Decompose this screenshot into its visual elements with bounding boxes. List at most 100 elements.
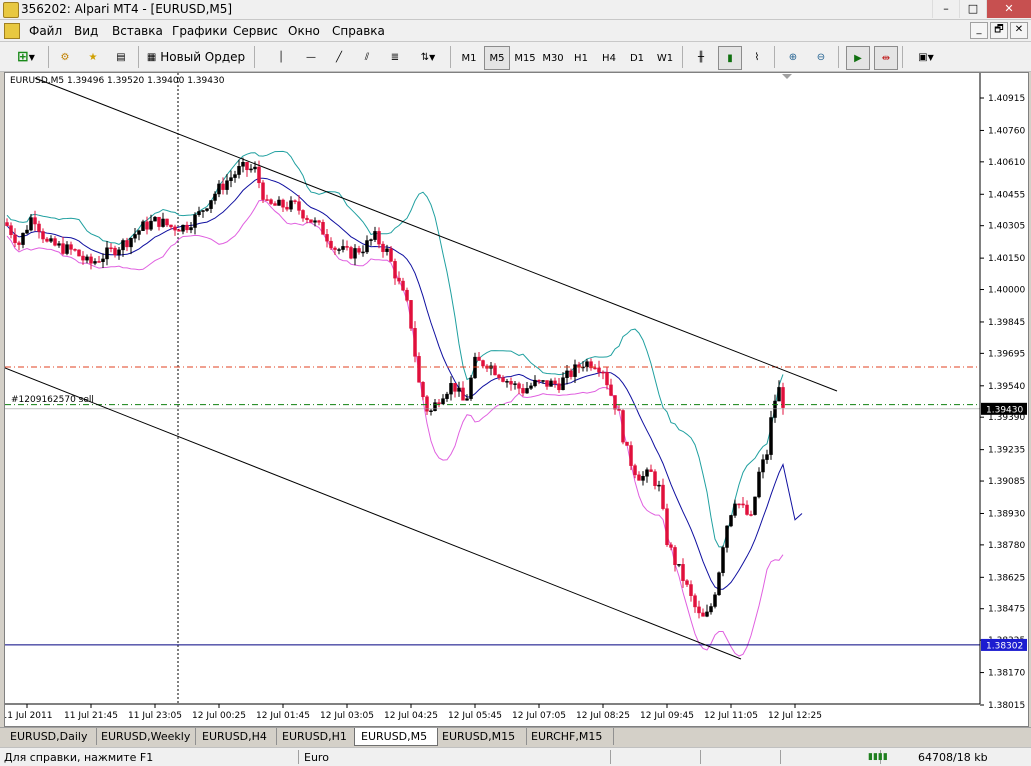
mdi-minimize-button[interactable]: _ (970, 22, 988, 39)
candle-body (381, 243, 385, 252)
candle-body (497, 374, 501, 378)
candle-body (637, 474, 641, 481)
new-chart-button[interactable]: ⊞ ▼ (8, 46, 44, 68)
tab-eurusd-m15[interactable]: EURUSD,M15 (436, 728, 527, 745)
timeframe-m30[interactable]: M30 (540, 46, 566, 70)
candle-body (533, 379, 537, 387)
market-watch-button[interactable]: ⚙ (54, 46, 76, 68)
vertical-line-icon: │ (277, 51, 285, 63)
candle-body (549, 380, 553, 387)
price-tick-label: 1.40000 (988, 286, 1025, 296)
chart-area[interactable]: 1.40915 1.40760 1.40610 1.40455 1.40305 1.401… (4, 72, 1029, 727)
order-label[interactable]: #1209162570 sell (11, 395, 94, 405)
menu-insert[interactable]: Вставка (112, 24, 163, 38)
toolbar-separator (450, 46, 451, 68)
candle-body (9, 225, 13, 235)
candle-body (77, 249, 81, 257)
maximize-button[interactable]: □ (959, 0, 986, 18)
timeframe-m5[interactable]: M5 (484, 46, 510, 70)
candle-body (705, 611, 709, 617)
objects-button[interactable]: ⇅ ▼ (414, 46, 442, 68)
toolbar: ⊞ ▼ ⚙ ★ ▤ ▦ Новый Ордер │ — ╱ ⫽ ≣ ⇅ ▼ M1 M… (0, 42, 1031, 72)
templates-button[interactable]: ▣ ▼ (910, 46, 942, 68)
candle-body (509, 381, 513, 385)
fibonacci-button[interactable]: ≣ (384, 46, 406, 68)
timeframe-w1[interactable]: W1 (652, 46, 678, 70)
toolbar-separator (254, 46, 255, 68)
candle-body (253, 166, 257, 170)
candle-body (317, 220, 321, 223)
line-chart-button[interactable]: ⌇ (746, 46, 768, 68)
candle-body (369, 239, 373, 241)
menu-help[interactable]: Справка (332, 24, 385, 38)
equidistant-channel-button[interactable]: ⫽ (356, 46, 378, 68)
menu-view[interactable]: Вид (74, 24, 98, 38)
candle-body (309, 219, 313, 223)
auto-scroll-button[interactable]: ▶ (846, 46, 870, 70)
timeframe-m1[interactable]: M1 (456, 46, 482, 70)
candle-body (149, 220, 153, 230)
zoom-in-button[interactable]: ⊕ (782, 46, 804, 68)
tab-eurusd-h4[interactable]: EURUSD,H4 (196, 728, 277, 745)
cursor-button[interactable]: │ (272, 46, 290, 68)
tab-eurusd-weekly[interactable]: EURUSD,Weekly (95, 728, 196, 745)
terminal-button[interactable]: ▤ (110, 46, 132, 68)
candle-body (85, 256, 89, 261)
candle-body (97, 261, 101, 263)
minimize-button[interactable]: – (932, 0, 959, 18)
time-tick-label: 11 Jul 2011 (5, 711, 52, 721)
tab-eurchf-m15[interactable]: EURCHF,M15 (525, 728, 614, 745)
price-tick-label: 1.38930 (988, 509, 1025, 519)
candle-body (165, 218, 169, 226)
menu-charts[interactable]: Графики (172, 24, 227, 38)
trendline-button[interactable]: ╱ (328, 46, 350, 68)
menu-window[interactable]: Окно (288, 24, 320, 38)
candlestick-button[interactable]: ▮ (718, 46, 742, 70)
trendline-icon: ╱ (335, 51, 343, 63)
candle-body (329, 240, 333, 249)
bar-chart-button[interactable]: ╫ (690, 46, 712, 68)
candle-body (5, 222, 9, 226)
timeframe-m15[interactable]: M15 (512, 46, 538, 70)
navigator-button[interactable]: ★ (82, 46, 104, 68)
menu-file[interactable]: Файл (29, 24, 62, 38)
zoom-out-button[interactable]: ⊖ (810, 46, 832, 68)
price-tick-label: 1.39845 (988, 318, 1025, 328)
candle-body (437, 402, 441, 405)
new-order-button[interactable]: ▦ Новый Ордер (146, 46, 246, 68)
candle-body (657, 484, 661, 487)
candle-body (561, 377, 565, 391)
candle-body (421, 382, 425, 397)
candle-body (609, 384, 613, 396)
candle-body (241, 162, 245, 167)
tab-eurusd-h1[interactable]: EURUSD,H1 (276, 728, 357, 745)
price-chart[interactable]: 1.40915 1.40760 1.40610 1.40455 1.40305 1.401… (5, 73, 1028, 726)
candle-body (177, 229, 181, 232)
mdi-restore-button[interactable]: 🗗 (990, 22, 1008, 39)
status-traffic: 64708/18 kb (918, 751, 988, 764)
dropdown-arrow-icon: ▼ (429, 52, 436, 62)
candle-body (161, 218, 165, 227)
candle-body (313, 220, 317, 223)
chart-tabs: EURUSD,Daily EURUSD,Weekly EURUSD,H4 EUR… (0, 727, 1031, 747)
hline-button[interactable]: — (300, 46, 322, 68)
tab-eurusd-daily[interactable]: EURUSD,Daily (4, 728, 97, 745)
candle-body (341, 246, 345, 250)
menu-bar: Файл Вид Вставка Графики Сервис Окно Спр… (0, 20, 1031, 42)
candle-body (357, 248, 361, 253)
candle-body (593, 367, 597, 370)
chart-shift-button[interactable]: ⇹ (874, 46, 898, 70)
status-divider (610, 750, 611, 764)
timeframe-d1[interactable]: D1 (624, 46, 650, 70)
candle-body (49, 238, 53, 242)
candle-body (389, 248, 393, 262)
tab-eurusd-m5[interactable]: EURUSD,M5 (354, 728, 438, 746)
candle-body (521, 388, 525, 394)
candle-body (769, 417, 773, 455)
menu-tools[interactable]: Сервис (233, 24, 278, 38)
mdi-close-button[interactable]: ✕ (1010, 22, 1028, 39)
timeframe-h4[interactable]: H4 (596, 46, 622, 70)
toolbar-separator (838, 46, 839, 68)
timeframe-h1[interactable]: H1 (568, 46, 594, 70)
close-button[interactable]: ✕ (986, 0, 1031, 18)
